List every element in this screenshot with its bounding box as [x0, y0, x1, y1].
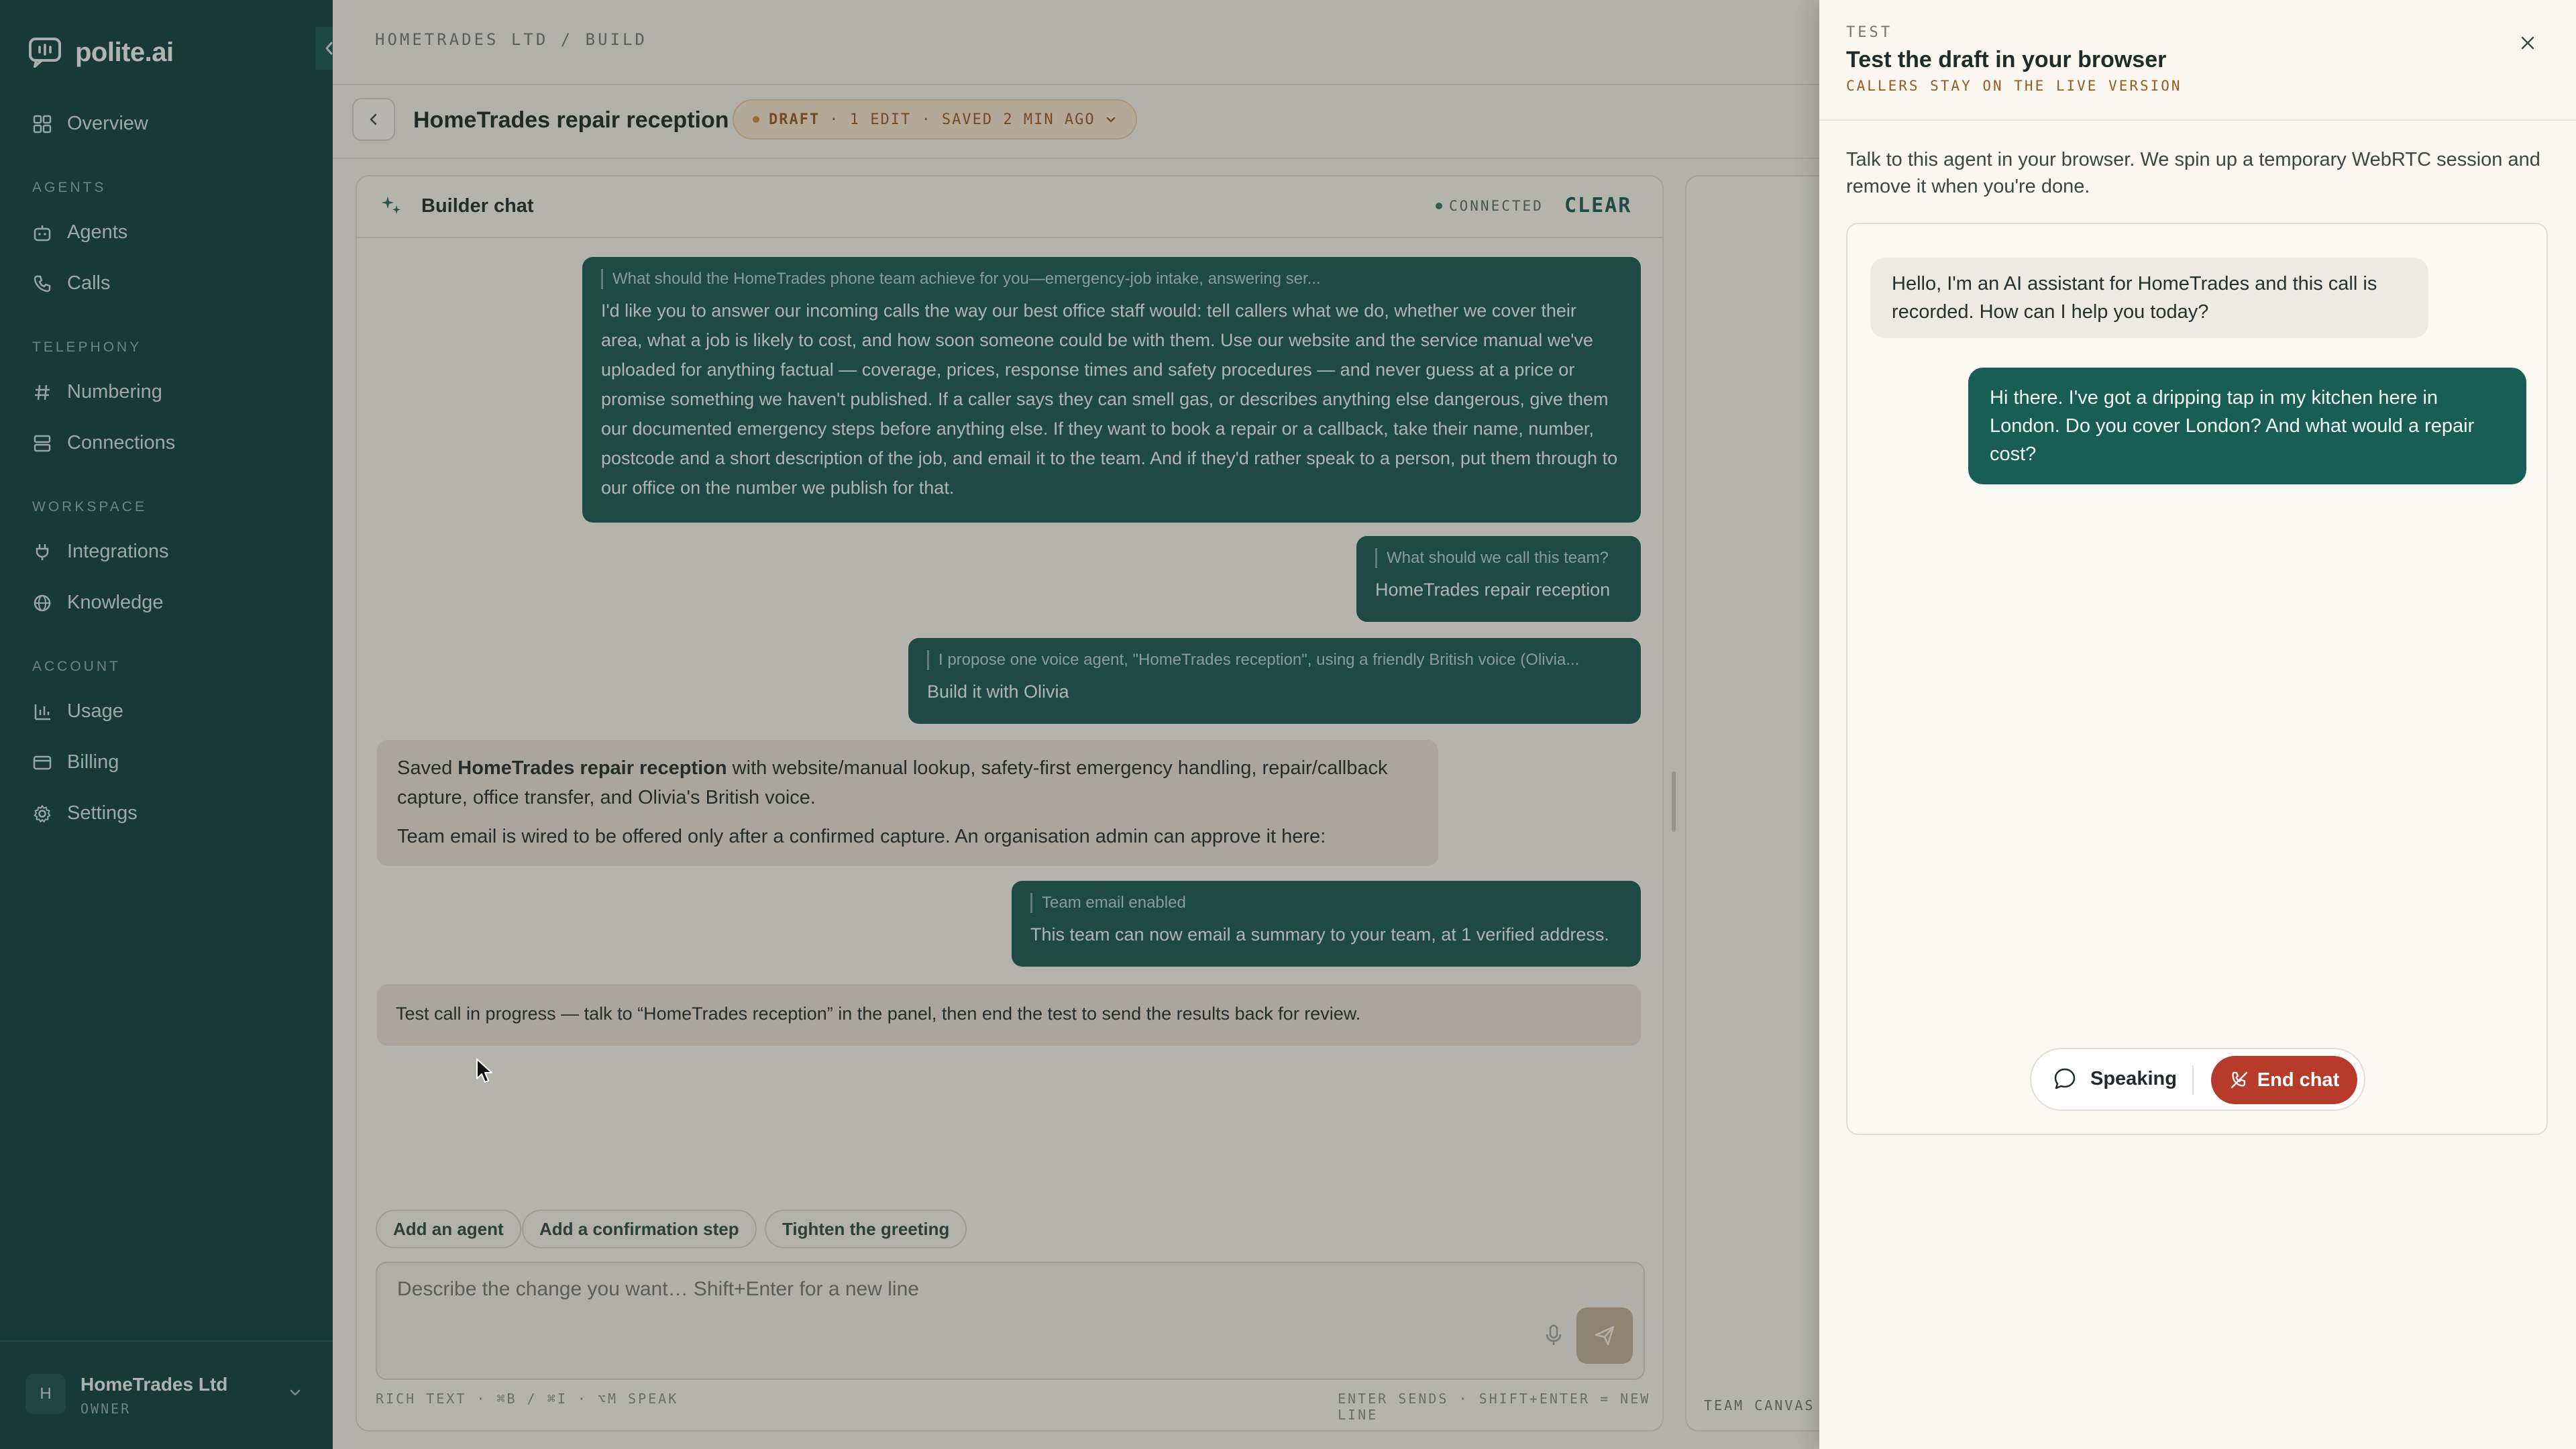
close-icon [2517, 32, 2538, 54]
close-panel-button[interactable] [2517, 32, 2538, 54]
modal-backdrop[interactable] [0, 0, 1819, 1449]
cursor-icon [475, 1057, 495, 1084]
panel-subtitle: CALLERS STAY ON THE LIVE VERSION [1846, 78, 2182, 94]
end-chat-label: End chat [2257, 1069, 2340, 1091]
test-panel: TEST Test the draft in your browser CALL… [1819, 0, 2576, 1449]
speaking-label: Speaking [2090, 1067, 2177, 1089]
phone-off-icon [2229, 1070, 2249, 1090]
call-controls: Speaking End chat [2030, 1048, 2365, 1111]
agent-message: Hello, I'm an AI assistant for HomeTrade… [1870, 258, 2428, 338]
speech-bubble-icon [2051, 1065, 2078, 1092]
divider [1819, 119, 2576, 121]
end-chat-button[interactable]: End chat [2211, 1056, 2357, 1104]
panel-description: Talk to this agent in your browser. We s… [1846, 149, 2540, 197]
user-message: Hi there. I've got a dripping tap in my … [1968, 368, 2526, 484]
test-conversation: Hello, I'm an AI assistant for HomeTrade… [1846, 223, 2548, 1135]
divider [2192, 1065, 2194, 1095]
panel-eyebrow: TEST [1846, 24, 1892, 41]
panel-title: Test the draft in your browser [1846, 47, 2167, 72]
speaking-indicator: Speaking [2051, 1065, 2177, 1092]
